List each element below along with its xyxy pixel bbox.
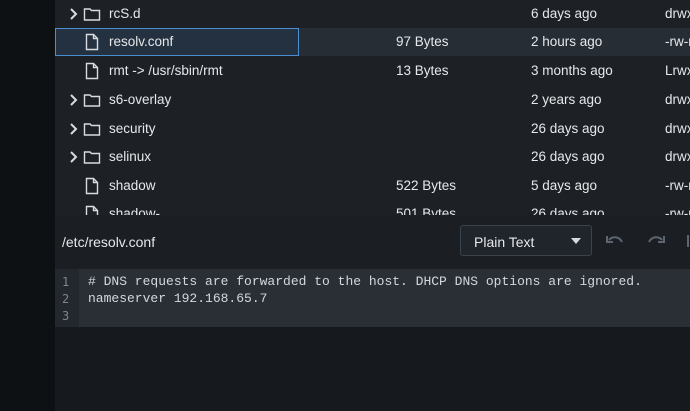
file-name: resolv.conf xyxy=(109,34,174,49)
file-permissions: -rw-r xyxy=(665,206,690,215)
file-permissions: drwx xyxy=(665,92,690,107)
file-icon xyxy=(85,33,99,51)
file-path: /etc/resolv.conf xyxy=(62,234,156,250)
file-row-security[interactable]: security 26 days ago drwx xyxy=(55,115,690,144)
file-permissions: drwx xyxy=(665,6,690,21)
file-row-selinux[interactable]: selinux 26 days ago drwx xyxy=(55,143,690,172)
file-modified: 3 months ago xyxy=(531,63,613,78)
file-size: 97 Bytes xyxy=(396,34,449,49)
file-row-shadow-backup[interactable]: shadow- 501 Bytes 26 days ago -rw-r xyxy=(55,200,690,215)
chevron-right-icon[interactable] xyxy=(69,8,79,20)
file-name: s6-overlay xyxy=(109,92,172,107)
file-modified: 26 days ago xyxy=(531,206,605,215)
file-size: 522 Bytes xyxy=(396,178,457,193)
caret-down-icon xyxy=(571,238,581,244)
file-modified: 26 days ago xyxy=(531,149,605,164)
code-editor[interactable]: 1 # DNS requests are forwarded to the ho… xyxy=(55,269,690,411)
folder-icon xyxy=(83,123,101,136)
file-name: rmt -> /usr/sbin/rmt xyxy=(109,63,223,78)
file-modified: 26 days ago xyxy=(531,121,605,136)
file-size: 501 Bytes xyxy=(396,206,457,215)
file-row-shadow[interactable]: shadow 522 Bytes 5 days ago -rw-r xyxy=(55,172,690,201)
file-icon xyxy=(85,62,99,80)
file-name: rcS.d xyxy=(109,6,141,21)
redo-icon[interactable] xyxy=(645,231,667,251)
file-row-rmt[interactable]: rmt -> /usr/sbin/rmt 13 Bytes 3 months a… xyxy=(55,57,690,86)
file-row-s6-overlay[interactable]: s6-overlay 2 years ago drwx xyxy=(55,86,690,115)
line-number: 3 xyxy=(62,309,70,323)
file-permissions: drwx xyxy=(665,149,690,164)
language-select[interactable]: Plain Text xyxy=(460,225,592,256)
chevron-right-icon[interactable] xyxy=(69,123,79,135)
file-icon xyxy=(85,205,99,215)
file-modified: 2 hours ago xyxy=(531,34,603,49)
line-number: 2 xyxy=(62,292,70,306)
selection-row-background xyxy=(299,28,690,56)
file-permissions: -rw-r xyxy=(665,34,690,49)
code-line[interactable]: nameserver 192.168.65.7 xyxy=(88,291,267,306)
chevron-right-icon[interactable] xyxy=(69,151,79,163)
folder-icon xyxy=(83,94,101,107)
file-modified: 6 days ago xyxy=(531,6,598,21)
chevron-right-icon[interactable] xyxy=(69,94,79,106)
code-line[interactable]: # DNS requests are forwarded to the host… xyxy=(88,274,642,289)
file-permissions: -rw-r xyxy=(665,178,690,193)
undo-icon[interactable] xyxy=(604,231,626,251)
file-row-rcs-d[interactable]: rcS.d 6 days ago drwx xyxy=(55,0,690,29)
line-number: 1 xyxy=(62,275,70,289)
file-name: security xyxy=(109,121,156,136)
editor-toolbar: /etc/resolv.conf Plain Text xyxy=(55,215,690,269)
file-name: shadow- xyxy=(109,206,161,215)
file-name: shadow xyxy=(109,178,156,193)
left-panel xyxy=(0,0,55,411)
language-select-value: Plain Text xyxy=(474,234,535,250)
file-list: rcS.d 6 days ago drwx resolv.conf 97 Byt… xyxy=(55,0,690,215)
folder-icon xyxy=(83,151,101,164)
toolbar-overflow-icon[interactable] xyxy=(685,231,690,251)
file-icon xyxy=(85,177,99,195)
file-permissions: drwx xyxy=(665,121,690,136)
file-name: selinux xyxy=(109,149,152,164)
file-modified: 5 days ago xyxy=(531,178,598,193)
file-modified: 2 years ago xyxy=(531,92,602,107)
file-permissions: Lrwx xyxy=(665,63,690,78)
folder-icon xyxy=(83,8,101,21)
file-row-resolv-conf[interactable]: resolv.conf 97 Bytes 2 hours ago -rw-r xyxy=(55,28,690,57)
file-size: 13 Bytes xyxy=(396,63,449,78)
